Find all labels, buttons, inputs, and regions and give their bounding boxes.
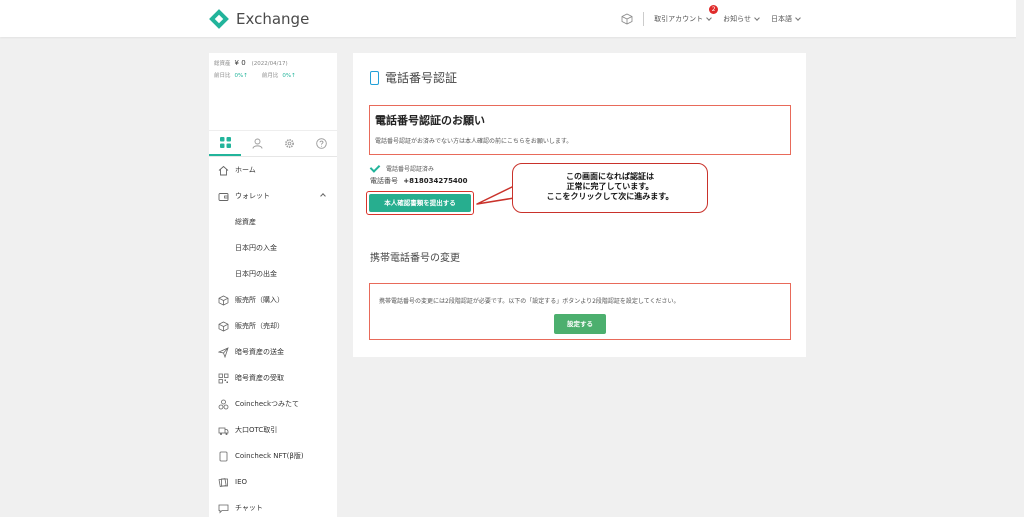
sidebar-item-label: 大口OTC取引 (235, 426, 278, 434)
sidebar-item-buy[interactable]: 販売所（購入） (209, 287, 337, 313)
asset-summary: 総資産 ¥ 0 (2022/04/17) 前日比 0%↑ 前月比 0%↑ (209, 53, 337, 131)
chevron-down-icon (754, 14, 760, 21)
annotation-callout: この画面になれば認証は 正常に完了しています。 ここをクリックして次に進みます。 (512, 163, 708, 213)
nav-language-label: 日本語 (771, 14, 792, 23)
submit-highlight: 本人確認書類を提出する (366, 191, 474, 215)
sidebar-item-send[interactable]: 暗号資産の送金 (209, 339, 337, 365)
top-header: Exchange 取引アカウント 2 お知らせ 日本語 (0, 0, 1024, 37)
phone-verification-notice: 電話番号認証のお願い 電話番号認証がお済みでない方は本人確認の前にこちらをお願い… (369, 105, 791, 155)
sidebar-item-label: ウォレット (235, 192, 270, 200)
notification-badge: 2 (709, 4, 719, 14)
sidebar-item-chat[interactable]: チャット (209, 495, 337, 517)
sidebar-item-label: Coincheckつみたて (235, 400, 300, 408)
tab-dashboard[interactable] (209, 131, 241, 156)
total-assets-label: 総資産 (214, 61, 231, 67)
sidebar-item-label: IEO (235, 478, 247, 486)
sidebar-item-home[interactable]: ホーム (209, 157, 337, 183)
sidebar-item-jpy-withdraw[interactable]: 日本円の出金 (209, 261, 337, 287)
qr-icon (218, 373, 229, 383)
sidebar: 総資産 ¥ 0 (2022/04/17) 前日比 0%↑ 前月比 0%↑ ホーム… (209, 53, 337, 517)
tab-account[interactable] (241, 131, 273, 156)
tab-settings[interactable] (273, 131, 305, 156)
callout-line: この画面になれば認証は (566, 171, 654, 181)
phone-number-row: 電話番号 +818034275400 (370, 176, 468, 186)
grid-icon (219, 137, 231, 148)
ieo-icon (218, 477, 228, 487)
nav-notifications-label: お知らせ (723, 14, 751, 23)
month-change-value: 0%↑ (282, 73, 296, 79)
callout-line: 正常に完了しています。 (566, 181, 654, 191)
chevron-down-icon (795, 14, 801, 21)
notice-title: 電話番号認証のお願い (375, 114, 485, 127)
sidebar-item-label: 暗号資産の受取 (235, 374, 284, 382)
sidebar-item-label: ホーム (235, 166, 256, 174)
sidebar-item-ieo[interactable]: IEO (209, 469, 337, 495)
change-phone-title: 携帯電話番号の変更 (370, 253, 460, 264)
check-icon (369, 161, 381, 173)
sidebar-item-wallet[interactable]: ウォレット (209, 183, 337, 209)
page-title: 電話番号認証 (385, 71, 458, 85)
header-nav: 取引アカウント 2 お知らせ 日本語 (621, 0, 801, 37)
sidebar-item-total-assets[interactable]: 総資産 (209, 209, 337, 235)
cube-icon[interactable] (621, 13, 633, 25)
sidebar-item-jpy-deposit[interactable]: 日本円の入金 (209, 235, 337, 261)
notice-text: 電話番号認証がお済みでない方は本人確認の前にこちらをお願いします。 (375, 138, 573, 145)
sidebar-item-nft[interactable]: Coincheck NFT(β版) (209, 443, 337, 469)
gear-icon (284, 139, 294, 148)
nft-icon (219, 451, 228, 461)
sidebar-item-label: 日本円の入金 (235, 244, 277, 252)
sidebar-item-label: 総資産 (235, 218, 256, 226)
cube-icon (218, 321, 229, 331)
nav-trading-account-label: 取引アカウント (654, 14, 704, 23)
verified-status: 電話番号認証済み (369, 161, 435, 173)
coins-icon (218, 399, 229, 409)
nav-language[interactable]: 日本語 (771, 14, 801, 24)
sidebar-item-label: 販売所（購入） (235, 296, 284, 304)
home-icon (218, 165, 229, 175)
sidebar-item-label: 日本円の出金 (235, 270, 277, 278)
callout-line: ここをクリックして次に進みます。 (546, 191, 674, 201)
submit-id-documents-button[interactable]: 本人確認書類を提出する (369, 194, 471, 212)
tab-help[interactable] (305, 131, 337, 156)
verified-text: 電話番号認証済み (386, 166, 435, 173)
wallet-icon (218, 192, 229, 201)
sidebar-tabs (209, 131, 337, 157)
sidebar-item-label: Coincheck NFT(β版) (235, 452, 304, 460)
assets-date: (2022/04/17) (251, 61, 288, 67)
brand-logo[interactable]: Exchange (209, 8, 309, 30)
sidebar-item-otc[interactable]: 大口OTC取引 (209, 417, 337, 443)
sidebar-item-label: 暗号資産の送金 (235, 348, 284, 356)
sidebar-item-label: チャット (235, 504, 263, 512)
chevron-down-icon (706, 14, 712, 21)
page-title-row: 電話番号認証 (370, 69, 457, 86)
phone-number-label: 電話番号 (370, 177, 398, 185)
sidebar-item-sell[interactable]: 販売所（売却） (209, 313, 337, 339)
day-change-label: 前日比 (214, 73, 231, 79)
scrollbar[interactable] (1016, 0, 1024, 517)
total-assets-value: ¥ 0 (234, 59, 246, 67)
cube-icon (218, 295, 229, 305)
user-icon (252, 138, 262, 149)
nav-notifications[interactable]: お知らせ (723, 14, 760, 24)
two-factor-text: 携帯電話番号の変更には2段階認証が必要です。以下の「設定する」ボタンより2段階認… (379, 298, 680, 305)
divider (643, 11, 645, 26)
two-factor-notice: 携帯電話番号の変更には2段階認証が必要です。以下の「設定する」ボタンより2段階認… (369, 283, 791, 340)
day-change-value: 0%↑ (234, 73, 248, 79)
help-icon (315, 138, 327, 149)
sidebar-item-tsumitate[interactable]: Coincheckつみたて (209, 391, 337, 417)
send-icon (218, 346, 229, 358)
phone-icon (370, 70, 379, 85)
truck-icon (218, 427, 229, 435)
chat-icon (218, 504, 229, 513)
brand-name: Exchange (236, 10, 310, 28)
chevron-up-icon (320, 193, 326, 199)
sidebar-item-receive[interactable]: 暗号資産の受取 (209, 365, 337, 391)
phone-number-value: +818034275400 (403, 177, 468, 185)
month-change-label: 前月比 (261, 73, 279, 79)
setup-2fa-button[interactable]: 設定する (554, 314, 606, 334)
nav-trading-account[interactable]: 取引アカウント 2 (654, 4, 719, 24)
callout-pointer (476, 185, 515, 205)
logo-icon (209, 9, 229, 29)
sidebar-item-label: 販売所（売却） (235, 322, 284, 330)
